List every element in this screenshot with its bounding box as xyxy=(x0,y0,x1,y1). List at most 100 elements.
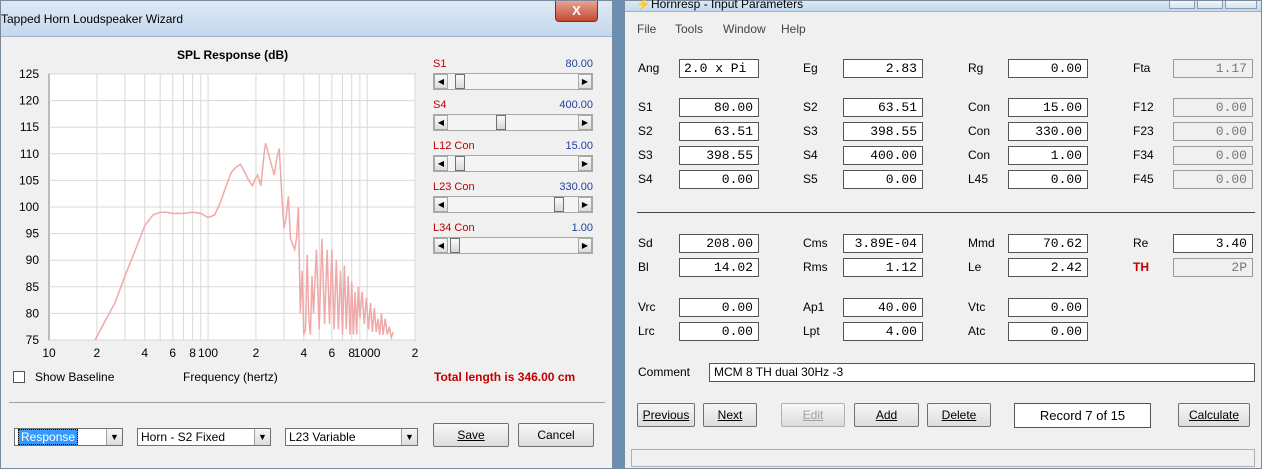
save-button-label: Save xyxy=(457,428,485,442)
param-input-s2[interactable]: 63.51 xyxy=(843,98,923,117)
param-input-eg[interactable]: 2.83 xyxy=(843,59,923,78)
chevron-down-icon[interactable]: ▼ xyxy=(254,429,270,445)
wizard-close-button[interactable]: X xyxy=(555,1,598,22)
slider-track[interactable]: ◀ ▶ xyxy=(433,155,593,172)
slider-thumb[interactable] xyxy=(496,115,506,130)
delete-button-label: Delete xyxy=(941,408,977,422)
param-input-con[interactable]: 330.00 xyxy=(1008,122,1088,141)
param-label-s5: S5 xyxy=(803,172,818,186)
param-input-mmd[interactable]: 70.62 xyxy=(1008,234,1088,253)
param-input-con[interactable]: 1.00 xyxy=(1008,146,1088,165)
cancel-button-label: Cancel xyxy=(537,428,575,442)
param-input-s3[interactable]: 398.55 xyxy=(843,122,923,141)
param-input-con[interactable]: 15.00 xyxy=(1008,98,1088,117)
slider-track[interactable]: ◀ ▶ xyxy=(433,196,593,213)
wizard-titlebar[interactable]: Tapped Horn Loudspeaker Wizard X xyxy=(1,1,612,37)
param-label-cms: Cms xyxy=(803,236,828,250)
slider-thumb[interactable] xyxy=(553,197,564,212)
x-tick-label: 2 xyxy=(94,346,101,360)
param-input-vtc[interactable]: 0.00 xyxy=(1008,298,1088,317)
x-axis-label: Frequency (hertz) xyxy=(183,370,278,384)
slider-track[interactable]: ◀ ▶ xyxy=(433,114,593,131)
param-label-s4: S4 xyxy=(803,148,818,162)
param-label-s3: S3 xyxy=(638,148,653,162)
chevron-right-icon[interactable]: ▶ xyxy=(578,197,592,212)
chevron-left-icon[interactable]: ◀ xyxy=(434,74,448,89)
param-input-lpt[interactable]: 4.00 xyxy=(843,322,923,341)
hornresp-titlebar[interactable]: ⚡ Hornresp - Input Parameters xyxy=(625,0,1261,12)
slider-thumb[interactable] xyxy=(450,238,461,253)
slider-thumb[interactable] xyxy=(455,156,466,171)
param-input-sd[interactable]: 208.00 xyxy=(679,234,759,253)
next-button[interactable]: Next xyxy=(703,403,757,427)
param-input-s4[interactable]: 400.00 xyxy=(843,146,923,165)
previous-button[interactable]: Previous xyxy=(637,403,695,427)
edit-button[interactable]: Edit xyxy=(781,403,845,427)
x-tick-label: 10 xyxy=(42,346,56,360)
add-button[interactable]: Add xyxy=(854,403,919,427)
param-input-vrc[interactable]: 0.00 xyxy=(679,298,759,317)
param-input-rg[interactable]: 0.00 xyxy=(1008,59,1088,78)
param-input-s4[interactable]: 0.00 xyxy=(679,170,759,189)
chevron-right-icon[interactable]: ▶ xyxy=(578,115,592,130)
param-input-lrc[interactable]: 0.00 xyxy=(679,322,759,341)
param-label-s3: S3 xyxy=(803,124,818,138)
param-input-ang[interactable]: 2.0 x Pi xyxy=(679,59,759,78)
edit-button-label: Edit xyxy=(802,408,824,422)
menu-item-file[interactable]: File xyxy=(637,22,656,36)
chevron-down-icon[interactable]: ▼ xyxy=(106,429,122,445)
chevron-left-icon[interactable]: ◀ xyxy=(434,156,448,171)
wizard-divider xyxy=(9,402,605,403)
menu-item-help[interactable]: Help xyxy=(781,22,806,36)
calculate-button[interactable]: Calculate xyxy=(1178,403,1250,427)
chevron-down-icon[interactable]: ▼ xyxy=(401,429,417,445)
menu-item-tools[interactable]: Tools xyxy=(675,22,703,36)
param-input-ap1[interactable]: 40.00 xyxy=(843,298,923,317)
minimize-button[interactable] xyxy=(1169,1,1195,9)
param-input-s5[interactable]: 0.00 xyxy=(843,170,923,189)
chevron-left-icon[interactable]: ◀ xyxy=(434,197,448,212)
param-input-le[interactable]: 2.42 xyxy=(1008,258,1088,277)
maximize-button[interactable] xyxy=(1197,1,1223,9)
param-input-s1[interactable]: 80.00 xyxy=(679,98,759,117)
param-label-rms: Rms xyxy=(803,260,828,274)
param-label-f34: F34 xyxy=(1133,148,1154,162)
variable-combo[interactable]: L23 Variable ▼ xyxy=(285,428,418,446)
hornresp-close-button[interactable] xyxy=(1225,1,1257,9)
y-tick-label: 90 xyxy=(26,253,40,267)
record-text: Record 7 of 15 xyxy=(1039,408,1126,423)
menu-item-window[interactable]: Window xyxy=(723,22,766,36)
hornresp-title: Hornresp - Input Parameters xyxy=(651,0,804,11)
slider-track[interactable]: ◀ ▶ xyxy=(433,237,593,254)
slider-track[interactable]: ◀ ▶ xyxy=(433,73,593,90)
y-tick-label: 115 xyxy=(20,120,39,134)
param-input-f23: 0.00 xyxy=(1173,122,1253,141)
x-tick-label: 2 xyxy=(412,346,419,360)
chevron-left-icon[interactable]: ◀ xyxy=(434,115,448,130)
hornresp-window: ⚡ Hornresp - Input Parameters File Tools W… xyxy=(624,0,1262,469)
param-input-bl[interactable]: 14.02 xyxy=(679,258,759,277)
response-combo[interactable]: Response ▼ xyxy=(14,428,123,446)
chevron-left-icon[interactable]: ◀ xyxy=(434,238,448,253)
chevron-right-icon[interactable]: ▶ xyxy=(578,238,592,253)
param-input-cms[interactable]: 3.89E-04 xyxy=(843,234,923,253)
param-label-sd: Sd xyxy=(638,236,653,250)
comment-input[interactable]: MCM 8 TH dual 30Hz -3 xyxy=(709,363,1255,382)
cancel-button[interactable]: Cancel xyxy=(518,423,594,447)
param-input-s3[interactable]: 398.55 xyxy=(679,146,759,165)
param-input-re[interactable]: 3.40 xyxy=(1173,234,1253,253)
param-input-rms[interactable]: 1.12 xyxy=(843,258,923,277)
param-input-s2[interactable]: 63.51 xyxy=(679,122,759,141)
horn-combo[interactable]: Horn - S2 Fixed ▼ xyxy=(137,428,271,446)
chevron-right-icon[interactable]: ▶ xyxy=(578,156,592,171)
delete-button[interactable]: Delete xyxy=(927,403,991,427)
param-label-ang: Ang xyxy=(638,61,660,75)
slider-thumb[interactable] xyxy=(455,74,466,89)
param-input-l45[interactable]: 0.00 xyxy=(1008,170,1088,189)
save-button[interactable]: Save xyxy=(433,423,509,447)
slider-label: S1 xyxy=(433,58,447,70)
param-input-atc[interactable]: 0.00 xyxy=(1008,322,1088,341)
param-label-rg: Rg xyxy=(968,61,984,75)
show-baseline-checkbox[interactable] xyxy=(13,371,25,383)
chevron-right-icon[interactable]: ▶ xyxy=(578,74,592,89)
